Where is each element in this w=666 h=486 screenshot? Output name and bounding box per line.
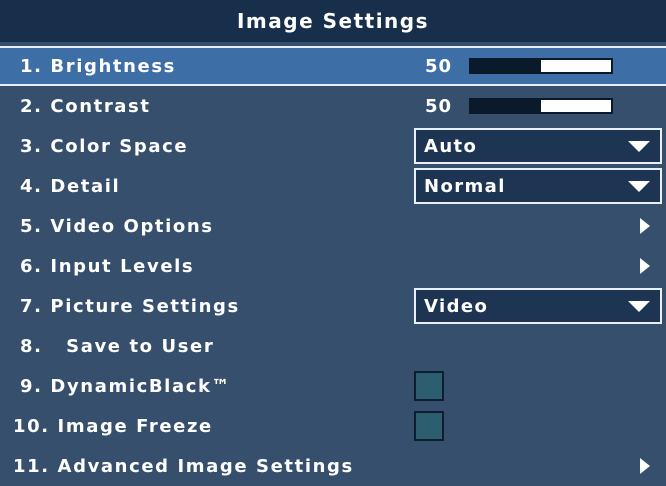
contrast-value: 50 — [425, 95, 453, 117]
dropdown-value: Auto — [424, 136, 478, 157]
menu-item-brightness[interactable]: 1. Brightness 50 — [0, 46, 666, 86]
dropdown-arrow-icon — [628, 181, 650, 192]
dynamicblack-checkbox[interactable] — [414, 371, 444, 401]
menu-item-label: 10. Image Freeze — [13, 415, 213, 437]
menu-item-picture-settings[interactable]: 7. Picture Settings Video — [0, 286, 666, 326]
chevron-right-icon — [640, 458, 650, 474]
contrast-slider[interactable] — [469, 98, 613, 114]
menu-item-video-options[interactable]: 5. Video Options — [0, 206, 666, 246]
dropdown-arrow-icon — [628, 141, 650, 152]
title-bar: Image Settings — [0, 0, 666, 42]
detail-dropdown[interactable]: Normal — [414, 168, 662, 204]
color-space-dropdown[interactable]: Auto — [414, 128, 662, 164]
menu-item-dynamicblack[interactable]: 9. DynamicBlack™ — [0, 366, 666, 406]
menu-item-label: 8. Save to User — [20, 335, 215, 357]
menu-item-color-space[interactable]: 3. Color Space Auto — [0, 126, 666, 166]
menu-item-save-to-user[interactable]: 8. Save to User — [0, 326, 666, 366]
chevron-right-icon — [640, 258, 650, 274]
slider-fill — [471, 100, 541, 112]
image-freeze-checkbox[interactable] — [414, 411, 444, 441]
menu-item-label: 5. Video Options — [20, 215, 214, 237]
dropdown-value: Normal — [424, 176, 506, 197]
settings-menu: 1. Brightness 50 2. Contrast 50 3. Color… — [0, 46, 666, 486]
menu-item-detail[interactable]: 4. Detail Normal — [0, 166, 666, 206]
menu-item-label: 6. Input Levels — [20, 255, 195, 277]
menu-item-label: 9. DynamicBlack™ — [20, 375, 232, 397]
menu-item-contrast[interactable]: 2. Contrast 50 — [0, 86, 666, 126]
menu-item-advanced-image-settings[interactable]: 11. Advanced Image Settings — [0, 446, 666, 486]
image-settings-osd: Image Settings 1. Brightness 50 2. Contr… — [0, 0, 666, 486]
menu-item-label: 11. Advanced Image Settings — [13, 455, 354, 477]
dropdown-value: Video — [424, 296, 489, 317]
brightness-value: 50 — [425, 55, 453, 77]
menu-title: Image Settings — [236, 9, 430, 33]
menu-item-input-levels[interactable]: 6. Input Levels — [0, 246, 666, 286]
menu-item-image-freeze[interactable]: 10. Image Freeze — [0, 406, 666, 446]
menu-item-label: 1. Brightness — [20, 55, 176, 77]
menu-item-label: 4. Detail — [20, 175, 121, 197]
slider-fill — [471, 60, 541, 72]
menu-item-label: 3. Color Space — [20, 135, 189, 157]
dropdown-arrow-icon — [628, 301, 650, 312]
menu-item-label: 2. Contrast — [20, 95, 151, 117]
menu-item-label: 7. Picture Settings — [20, 295, 240, 317]
brightness-slider[interactable] — [469, 58, 613, 74]
chevron-right-icon — [640, 218, 650, 234]
picture-settings-dropdown[interactable]: Video — [414, 288, 662, 324]
